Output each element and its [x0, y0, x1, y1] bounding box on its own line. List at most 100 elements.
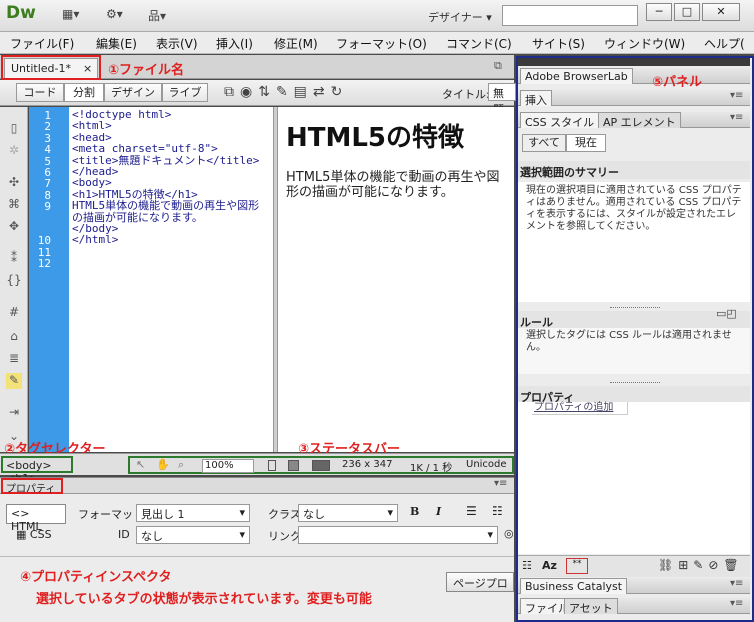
business-catalyst-panel[interactable]: Business Catalyst ▾≡: [518, 578, 750, 594]
snippets-icon[interactable]: ✎: [6, 373, 22, 389]
panel-menu-icon[interactable]: ▾≡: [730, 112, 743, 123]
expand-icon[interactable]: ✣: [6, 175, 22, 191]
resize-handle[interactable]: [610, 307, 660, 309]
menu-file[interactable]: ファイル(F): [10, 35, 74, 52]
indent-icon[interactable]: ⇥: [6, 405, 22, 421]
desktop-size-icon[interactable]: [312, 460, 330, 471]
bold-button[interactable]: B: [410, 505, 419, 518]
encoding: Unicode: [466, 459, 507, 470]
restore-doc-icon[interactable]: ⧉: [494, 59, 502, 73]
id-select[interactable]: なし ▾: [136, 526, 250, 544]
css-styles-tab[interactable]: CSS スタイル: [520, 112, 600, 129]
all-button[interactable]: すべて: [522, 134, 566, 152]
gear-icon[interactable]: ⚙▾: [106, 7, 123, 25]
menu-commands[interactable]: コマンド(C): [446, 35, 512, 52]
title-input[interactable]: 無題: [488, 83, 516, 116]
italic-button[interactable]: I: [436, 505, 441, 518]
insert-tab[interactable]: 挿入: [520, 90, 552, 107]
menu-site[interactable]: サイト(S): [532, 35, 585, 52]
rules-view-icons[interactable]: ▭◰: [716, 307, 737, 320]
site-icon[interactable]: 品▾: [148, 7, 166, 25]
select-tool-icon[interactable]: ↖: [136, 458, 145, 471]
uncomment-icon[interactable]: ⌂: [6, 329, 22, 345]
page-properties-button[interactable]: ページプロ: [446, 572, 514, 592]
ordered-list-icon[interactable]: ☷: [492, 504, 503, 518]
zoom-select[interactable]: 100%: [202, 459, 254, 473]
panel-menu-icon[interactable]: ▾≡: [494, 478, 507, 489]
design-heading[interactable]: HTML5の特徴: [286, 117, 506, 154]
menu-view[interactable]: 表示(V): [156, 35, 198, 52]
business-catalyst-tab[interactable]: Business Catalyst: [520, 578, 628, 594]
format-select[interactable]: 見出し 1 ▾: [136, 504, 250, 522]
browserlab-tab[interactable]: Adobe BrowserLab: [520, 68, 633, 84]
braces-icon[interactable]: {}: [6, 273, 22, 289]
format-label: フォーマット: [78, 508, 144, 521]
add-property-link[interactable]: プロパティの追加: [532, 402, 628, 415]
annotation-5: ⑤パネル: [652, 75, 703, 90]
unordered-list-icon[interactable]: ☰: [466, 504, 477, 518]
select-parent-icon[interactable]: ⌘: [6, 197, 22, 213]
menu-window[interactable]: ウィンドウ(W): [604, 35, 685, 52]
line-numbers-icon[interactable]: ⁑: [6, 251, 22, 267]
design-paragraph[interactable]: HTML5単体の機能で動画の再生や図形の描画が可能になります。: [286, 170, 506, 200]
chevron-down-icon: ▾: [239, 528, 245, 541]
panel-menu-icon[interactable]: ▾≡: [730, 598, 743, 609]
css-mode-button[interactable]: ▦ CSS: [16, 528, 52, 541]
css-label: CSS: [29, 528, 52, 541]
tablet-size-icon[interactable]: [288, 460, 299, 471]
code-editor[interactable]: <!doctype html> <html> <head> <meta char…: [69, 107, 273, 452]
category-view-icon[interactable]: ☷: [522, 559, 532, 572]
menu-edit[interactable]: 編集(E): [96, 35, 137, 52]
insert-panel[interactable]: 挿入 ▾≡: [518, 90, 750, 107]
line-number: 12: [37, 257, 51, 271]
line-number-gutter: 1 2 3 4 5 6 7 8 9 10 11 12: [29, 107, 69, 452]
menu-help[interactable]: ヘルプ(: [704, 35, 745, 52]
tag-selector[interactable]: <body> <h1>: [1, 456, 73, 485]
collapse-icon[interactable]: ✲: [6, 143, 22, 159]
properties-bar[interactable]: プロパティ ▾≡: [0, 477, 514, 495]
link-label: リンク: [268, 530, 301, 543]
open-documents-icon[interactable]: ▯: [6, 121, 22, 137]
menu-format[interactable]: フォーマット(O): [336, 35, 427, 52]
code-view-button[interactable]: コード: [16, 83, 64, 102]
menu-bar: ファイル(F) 編集(E) 表示(V) 挿入(I) 修正(M) フォーマット(O…: [0, 32, 754, 54]
menu-modify[interactable]: 修正(M): [274, 35, 318, 52]
toolbar-icons[interactable]: ⧉◉⇅✎▤⇄↻: [224, 84, 348, 100]
wrap-tag-icon[interactable]: ≣: [6, 351, 22, 367]
window-size[interactable]: 236 x 347: [342, 459, 392, 470]
alphabetical-view-icon[interactable]: Az: [542, 559, 557, 572]
files-panel[interactable]: ファイル アセット ▾≡: [518, 598, 750, 615]
html-mode-button[interactable]: <> HTML: [6, 504, 66, 533]
coding-toolbar: ▯ ✲ ✣ ⌘ ✥ ⁑ {} # ⌂ ≣ ✎ ⇥ ⌄: [0, 107, 28, 452]
panel-menu-icon[interactable]: ▾≡: [730, 578, 743, 589]
ap-elements-tab[interactable]: AP エレメント: [598, 112, 681, 129]
panel-menu-icon[interactable]: ▾≡: [730, 90, 743, 101]
search-input[interactable]: [502, 5, 638, 26]
close-button[interactable]: ✕: [702, 3, 740, 21]
minimize-button[interactable]: ─: [646, 3, 672, 21]
resize-handle[interactable]: [610, 382, 660, 384]
browserlab-panel[interactable]: Adobe BrowserLab: [518, 68, 750, 84]
class-select[interactable]: なし ▾: [298, 504, 398, 522]
design-view-button[interactable]: デザイン: [104, 83, 162, 102]
assets-tab[interactable]: アセット: [564, 598, 618, 615]
set-properties-icon[interactable]: **: [566, 558, 588, 574]
zoom-value: 100%: [205, 460, 234, 471]
comment-icon[interactable]: #: [6, 305, 22, 321]
current-button[interactable]: 現在: [566, 134, 606, 152]
balance-icon[interactable]: ✥: [6, 219, 22, 235]
menu-insert[interactable]: 挿入(I): [216, 35, 253, 52]
workspace-switcher[interactable]: デザイナー ▾: [428, 9, 492, 25]
hand-tool-icon[interactable]: ✋: [156, 458, 170, 471]
zoom-tool-icon[interactable]: ⌕: [178, 458, 184, 472]
design-view[interactable]: HTML5の特徴 HTML5単体の機能で動画の再生や図形の描画が可能になります。: [278, 107, 514, 452]
panel-action-icons[interactable]: ⛓⊞✎⊘🗑: [658, 558, 744, 572]
live-view-button[interactable]: ライブ: [162, 83, 208, 102]
chevron-down-icon: ▾: [387, 506, 393, 519]
layout-icon[interactable]: ▦▾: [62, 7, 79, 25]
point-to-file-icon[interactable]: ◎: [504, 527, 514, 540]
split-view-button[interactable]: 分割: [64, 83, 104, 102]
link-input[interactable]: ▾: [298, 526, 498, 544]
maximize-button[interactable]: □: [674, 3, 700, 21]
window-size-icon[interactable]: [268, 460, 276, 471]
